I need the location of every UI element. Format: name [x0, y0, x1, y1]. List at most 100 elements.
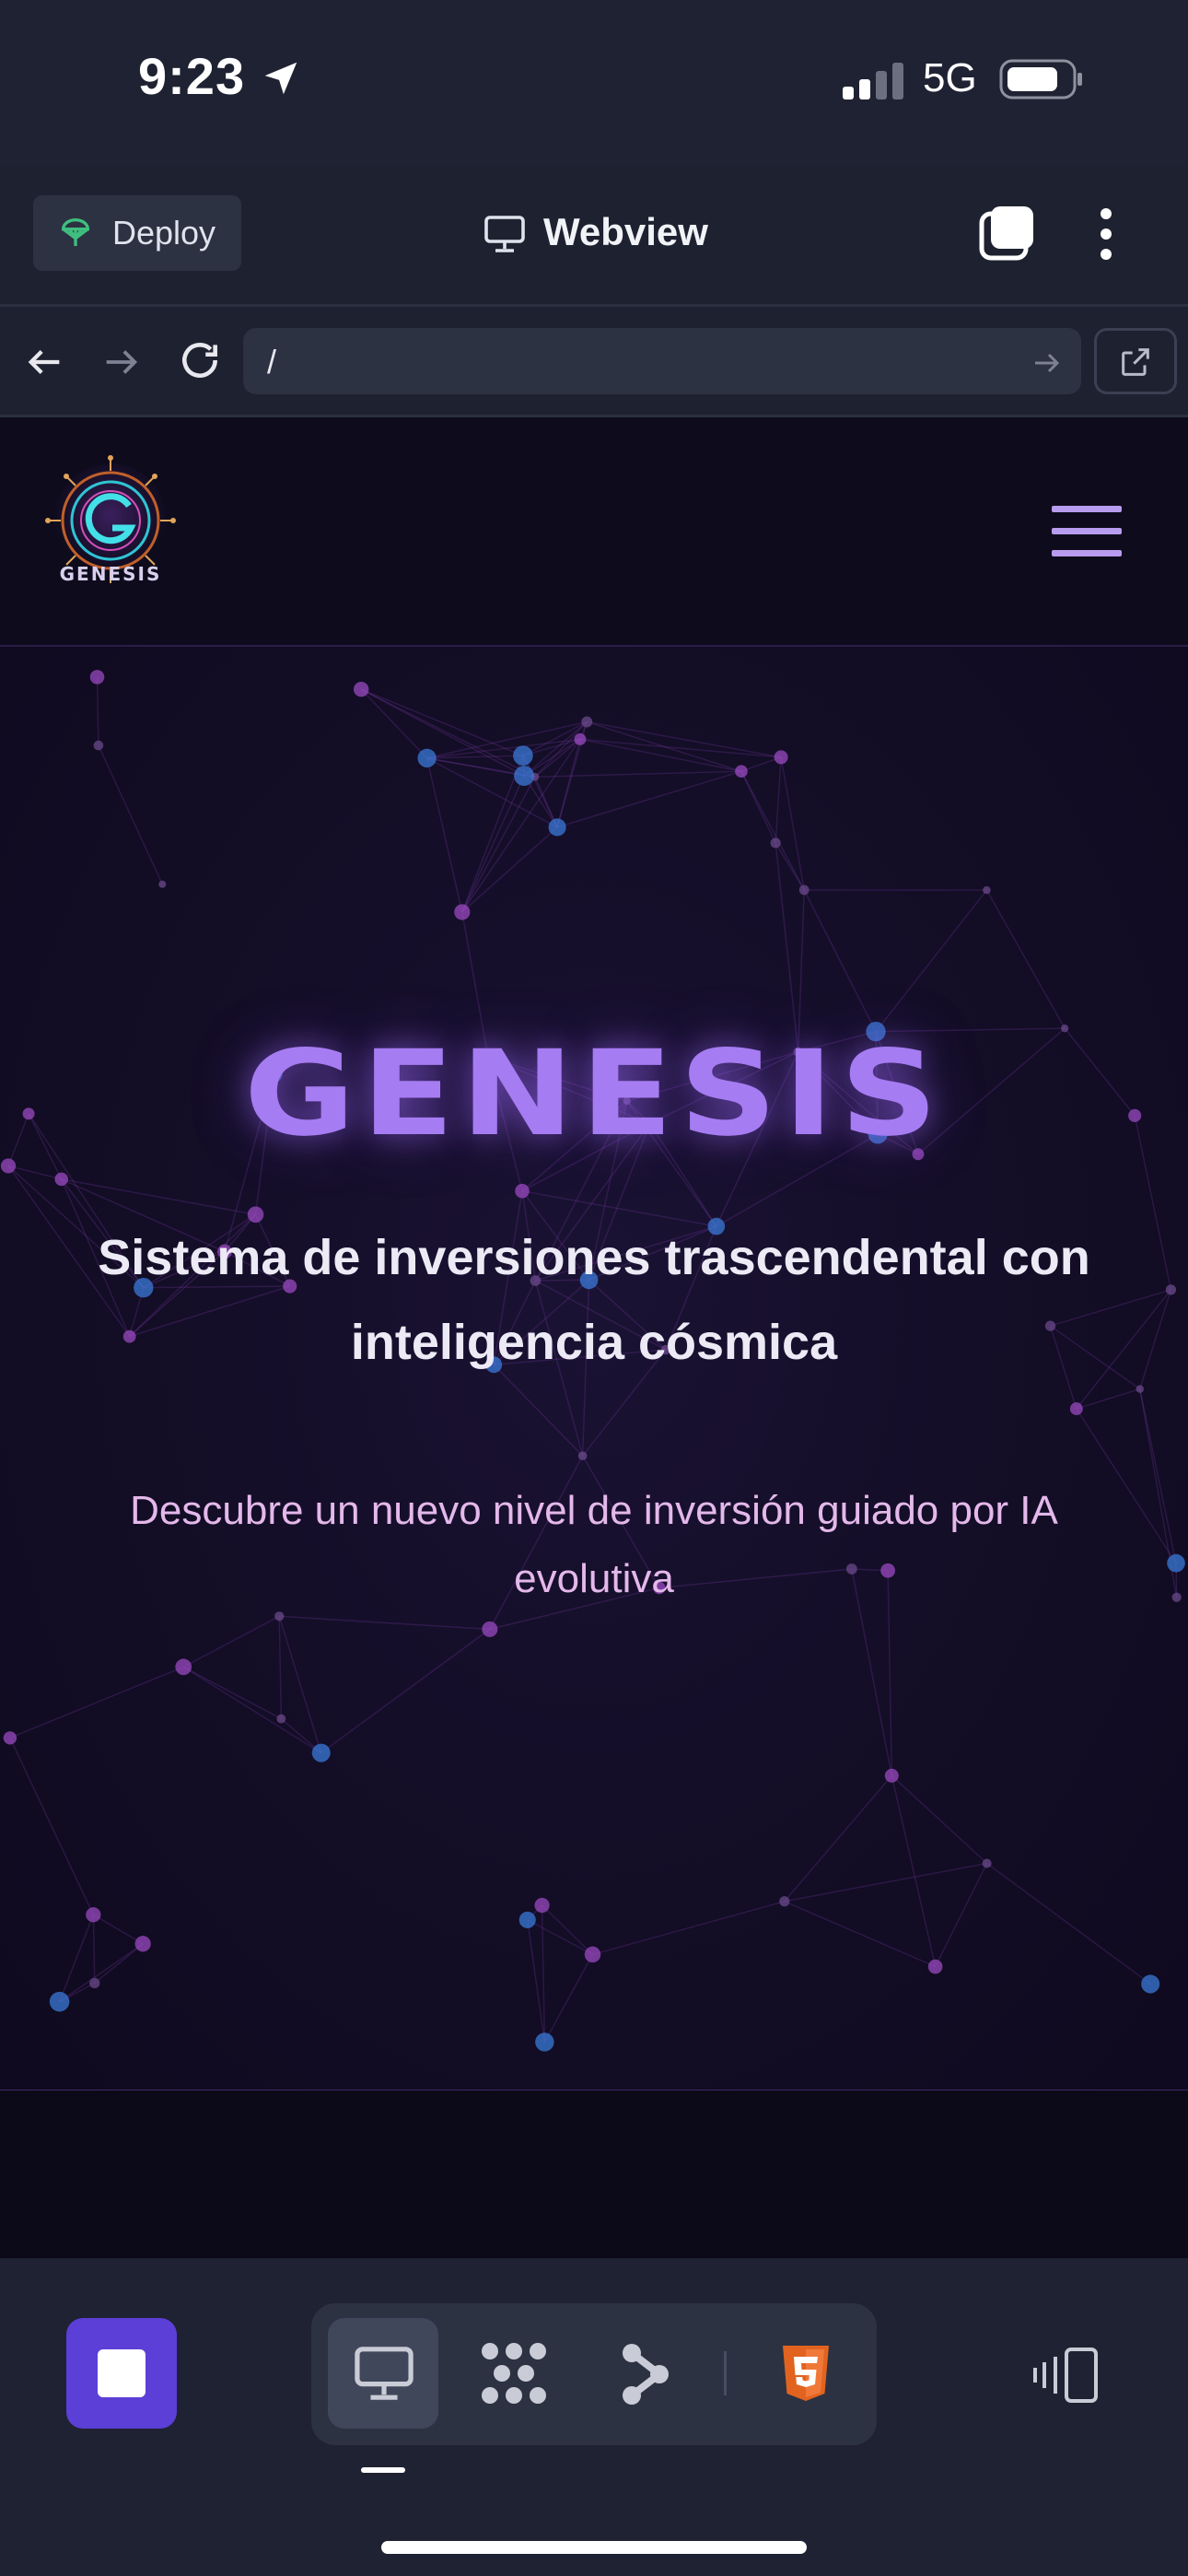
network-link — [556, 770, 742, 828]
network-link — [875, 889, 988, 1033]
network-link — [360, 688, 525, 777]
reload-icon[interactable] — [177, 337, 223, 388]
network-node — [311, 1743, 331, 1762]
network-node — [1167, 1553, 1185, 1573]
html5-icon[interactable] — [779, 2344, 833, 2407]
hero-subtitle: Sistema de inversiones trascendental con… — [98, 1230, 1090, 1370]
network-node — [982, 1858, 992, 1868]
network-node — [175, 1658, 192, 1676]
network-link — [891, 1775, 937, 1967]
network-node — [89, 670, 105, 685]
workflow-icon[interactable] — [479, 2340, 549, 2411]
site-header: GENESIS — [0, 417, 1188, 647]
network-node — [3, 1731, 17, 1745]
status-time: 9:23 — [138, 47, 246, 105]
network-link — [9, 1666, 184, 1739]
forward-icon[interactable] — [99, 341, 142, 388]
network-link — [579, 738, 742, 772]
network-link — [461, 775, 525, 913]
network-node — [770, 837, 781, 849]
network-node — [513, 745, 533, 766]
network-link — [426, 738, 581, 759]
network-link — [579, 738, 782, 758]
network-link — [92, 1914, 144, 1945]
hero-title: GENESIS — [243, 1025, 945, 1163]
network-type: 5G — [923, 55, 977, 100]
network-link — [9, 1738, 95, 1915]
network-node — [515, 1183, 530, 1199]
network-link — [94, 1943, 144, 1985]
network-node — [798, 884, 809, 896]
deploy-label: Deploy — [112, 214, 216, 252]
network-link — [803, 889, 877, 1033]
network-link — [92, 1914, 96, 1984]
network-node — [158, 880, 167, 888]
go-icon[interactable] — [1030, 346, 1063, 384]
tool-separator — [724, 2351, 727, 2395]
logo-text: GENESIS — [59, 563, 162, 585]
tabs-icon[interactable] — [978, 205, 1037, 268]
network-node — [581, 716, 593, 728]
home-indicator — [381, 2541, 807, 2554]
site-lower-section — [0, 2090, 1188, 2258]
network-link — [461, 776, 536, 913]
device-toggle-icon[interactable] — [1031, 2346, 1100, 2409]
network-link — [360, 688, 428, 759]
toolbar-divider — [0, 304, 1188, 307]
network-link — [891, 1774, 988, 1865]
network-link — [426, 757, 558, 828]
network-link — [360, 688, 524, 756]
network-node — [417, 748, 437, 768]
stop-icon — [98, 2349, 146, 2397]
network-node — [577, 1451, 588, 1461]
external-link-icon — [1122, 348, 1149, 376]
network-link — [59, 1943, 144, 2003]
network-node — [884, 1768, 899, 1783]
signal-icon — [843, 63, 903, 104]
network-node — [779, 1896, 790, 1907]
url-input[interactable] — [243, 328, 1081, 394]
network-link — [279, 1615, 490, 1631]
network-link — [98, 744, 163, 885]
network-node — [1141, 1974, 1160, 1994]
network-link — [461, 826, 558, 913]
external-link-button[interactable] — [1094, 328, 1177, 394]
back-icon[interactable] — [24, 341, 66, 388]
network-node — [1136, 1385, 1145, 1393]
network-node — [983, 885, 991, 895]
hamburger-icon[interactable] — [1050, 502, 1124, 566]
network-link — [1139, 1388, 1177, 1563]
network-link — [1139, 1289, 1172, 1389]
network-node — [1171, 1592, 1182, 1602]
network-link — [182, 1666, 322, 1754]
monitor-icon — [352, 2344, 416, 2407]
network-link — [592, 1901, 786, 1956]
network-node — [584, 1946, 601, 1963]
network-link — [96, 676, 99, 746]
network-link — [182, 1666, 282, 1720]
location-arrow-icon — [260, 57, 302, 104]
network-link — [542, 1904, 594, 1955]
network-link — [587, 720, 782, 758]
network-node — [1069, 1402, 1083, 1416]
network-link — [425, 757, 463, 913]
monitor-icon — [483, 214, 527, 259]
network-link — [587, 720, 742, 772]
network-link — [534, 770, 741, 778]
network-link — [986, 1862, 1151, 1985]
network-link — [775, 756, 782, 844]
more-icon[interactable] — [1092, 205, 1120, 268]
branch-icon[interactable] — [619, 2342, 670, 2411]
webview-tab-title[interactable]: Webview — [543, 210, 708, 254]
network-node — [514, 766, 534, 786]
network-link — [784, 1862, 987, 1903]
hero-description: Descubre un nuevo nivel de inversión gui… — [130, 1488, 1058, 1601]
network-link — [1076, 1388, 1140, 1410]
network-link — [985, 889, 1066, 1029]
network-link — [461, 755, 524, 913]
active-tab-indicator — [361, 2467, 405, 2473]
genesis-logo[interactable]: GENESIS — [37, 454, 184, 606]
network-link — [527, 1919, 593, 1956]
network-node — [89, 1977, 100, 1989]
network-link — [320, 1628, 491, 1754]
